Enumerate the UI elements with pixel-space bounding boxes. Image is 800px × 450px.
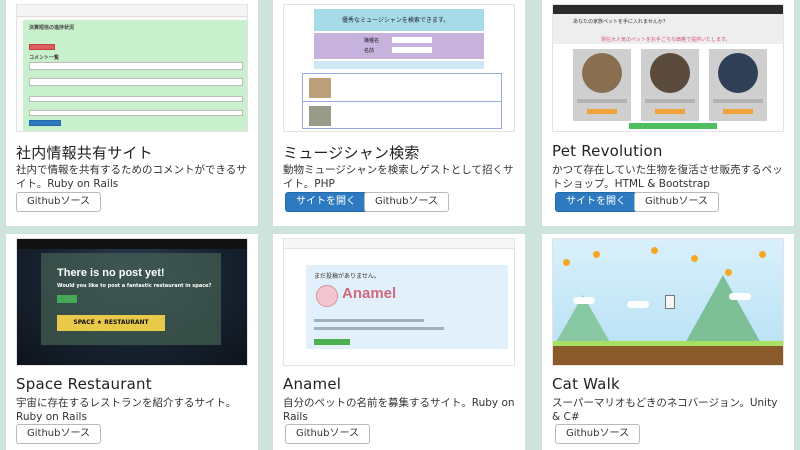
thumbnail-results-table [302,73,502,129]
coin-icon [725,269,732,276]
thumbnail-animal-card [573,49,631,121]
thumbnail-animal-photo [718,53,758,93]
project-card-anamel: まだ投稿がありません。 Anamel Anamel 自分のペットの名前を募集する… [273,234,525,450]
thumbnail-photo [309,78,331,98]
thumbnail-heading: あなたの家族ペットを手に入れませんか？ [573,19,668,25]
thumbnail-animal-button [587,109,617,114]
open-site-button[interactable]: サイトを開く [555,192,637,212]
thumbnail-submit [29,120,61,126]
thumbnail-animal-card [641,49,699,121]
thumbnail-cloud [729,293,751,300]
thumbnail-headline: There is no post yet! [57,267,165,279]
thumbnail-animal-button [723,109,753,114]
thumbnail-cloud [627,301,649,308]
github-source-button[interactable]: Githubソース [634,192,719,212]
thumbnail-animal-text [645,99,695,103]
github-source-button[interactable]: Githubソース [285,424,370,444]
project-card-musician: 優秀なミュージシャンを検索できます。 職種名 名前 ミュージシャン検索 動物ミュ… [273,0,525,226]
thumbnail-comment-2 [29,78,243,86]
project-description: 自分のペットの名前を募集するサイト。Ruby on Rails [283,397,515,423]
coin-icon [651,247,658,254]
coin-icon [563,259,570,266]
thumbnail-post-button [314,339,350,345]
thumbnail-navbar [284,239,514,249]
thumbnail-text-line [314,327,444,330]
thumbnail-comment-label: コメント一覧 [29,55,60,61]
thumbnail-photo [309,106,331,126]
thumbnail-animal-photo [582,53,622,93]
thumbnail-animal-button [655,109,685,114]
thumbnail-heading: 決算短信の進捗状況 [29,25,75,31]
project-thumbnail[interactable] [552,238,784,366]
thumbnail-panel: 決算短信の進捗状況 コメント一覧 [23,20,247,131]
thumbnail-field-2: 名前 [364,48,375,54]
thumbnail-comment-1 [29,62,243,70]
project-description: 宇宙に存在するレストランを紹介するサイト。Ruby on Rails [16,397,237,423]
coin-icon [759,251,766,258]
thumbnail-input-2 [29,110,243,116]
project-thumbnail[interactable]: まだ投稿がありません。 Anamel [283,238,515,366]
github-source-button[interactable]: Githubソース [16,424,101,444]
thumbnail-animal-card [709,49,767,121]
cat-character [665,295,675,309]
project-title: 社内情報共有サイト [16,144,153,162]
project-description: スーパーマリオもどきのネコバージョン。Unity & C# [552,397,778,423]
github-source-button[interactable]: Githubソース [364,192,449,212]
project-description: 社内で情報を共有するためのコメントができるサイト。Ruby on Rails [16,164,247,190]
project-description: かつて存在していた生物を復活させ販売するペットショップ。HTML & Boots… [552,164,783,190]
thumbnail-note: まだ投稿がありません。 [314,273,380,280]
project-thumbnail[interactable]: 優秀なミュージシャンを検索できます。 職種名 名前 [283,4,515,132]
project-thumbnail[interactable]: あなたの家族ペットを手に入れませんか？ 現在大人気のペットをお手ごろな価格で提供… [552,4,784,132]
thumbnail-new-post-button [57,295,77,303]
thumbnail-subheading: 現在大人気のペットをお手ごろな価格で提供いたします。 [601,37,731,43]
thumbnail-header: 優秀なミュージシャンを検索できます。 [314,9,484,31]
thumbnail-tag [29,44,55,50]
thumbnail-hero-box: There is no post yet! Would you like to … [41,253,221,345]
project-card-shanai: 決算短信の進捗状況 コメント一覧 社内情報共有サイト 社内で情報を共有するための… [6,0,258,226]
thumbnail-navbar [553,5,783,14]
thumbnail-logo: Anamel [342,285,397,302]
thumbnail-hero: あなたの家族ペットを手に入れませんか？ 現在大人気のペットをお手ごろな価格で提供… [553,14,783,44]
project-thumbnail[interactable]: 決算短信の進捗状況 コメント一覧 [16,4,248,132]
coin-icon [593,251,600,258]
project-title: ミュージシャン検索 [283,144,420,162]
thumbnail-navbar [17,239,247,249]
thumbnail-empty-box: まだ投稿がありません。 Anamel [306,265,508,349]
thumbnail-input [392,37,432,43]
paw-icon [316,285,338,307]
open-site-button[interactable]: サイトを開く [285,192,367,212]
project-description: 動物ミュージシャンを検索しゲストとして招くサイト。PHP [283,164,514,190]
thumbnail-animal-photo [650,53,690,93]
thumbnail-navbar [17,5,247,17]
github-source-button[interactable]: Githubソース [555,424,640,444]
thumbnail-more-pets-button [629,123,717,129]
thumbnail-logo: SPACE ★ RESTAURANT [57,315,165,331]
thumbnail-field-1: 職種名 [364,38,380,44]
thumbnail-heading: 優秀なミュージシャンを検索できます。 [342,17,450,24]
thumbnail-subline: Would you like to post a fantastic resta… [57,283,212,289]
project-title: Cat Walk [552,375,620,393]
thumbnail-animal-text [577,99,627,103]
project-card-pet-revolution: あなたの家族ペットを手に入れませんか？ 現在大人気のペットをお手ごろな価格で提供… [542,0,794,226]
project-title: Space Restaurant [16,375,152,393]
project-card-space-restaurant: There is no post yet! Would you like to … [6,234,258,450]
thumbnail-input-1 [29,96,243,102]
coin-icon [691,255,698,262]
thumbnail-search-form: 職種名 名前 [314,33,484,59]
thumbnail-ground [553,341,783,365]
project-thumbnail[interactable]: There is no post yet! Would you like to … [16,238,248,366]
thumbnail-cloud [573,297,595,304]
project-title: Pet Revolution [552,142,663,160]
project-title: Anamel [283,375,342,393]
thumbnail-text-line [314,319,424,322]
github-source-button[interactable]: Githubソース [16,192,101,212]
thumbnail-search-button [314,61,484,69]
thumbnail-animal-text [713,99,763,103]
project-card-cat-walk: Cat Walk スーパーマリオもどきのネコバージョン。Unity & C# G… [542,234,794,450]
thumbnail-input [392,47,432,53]
